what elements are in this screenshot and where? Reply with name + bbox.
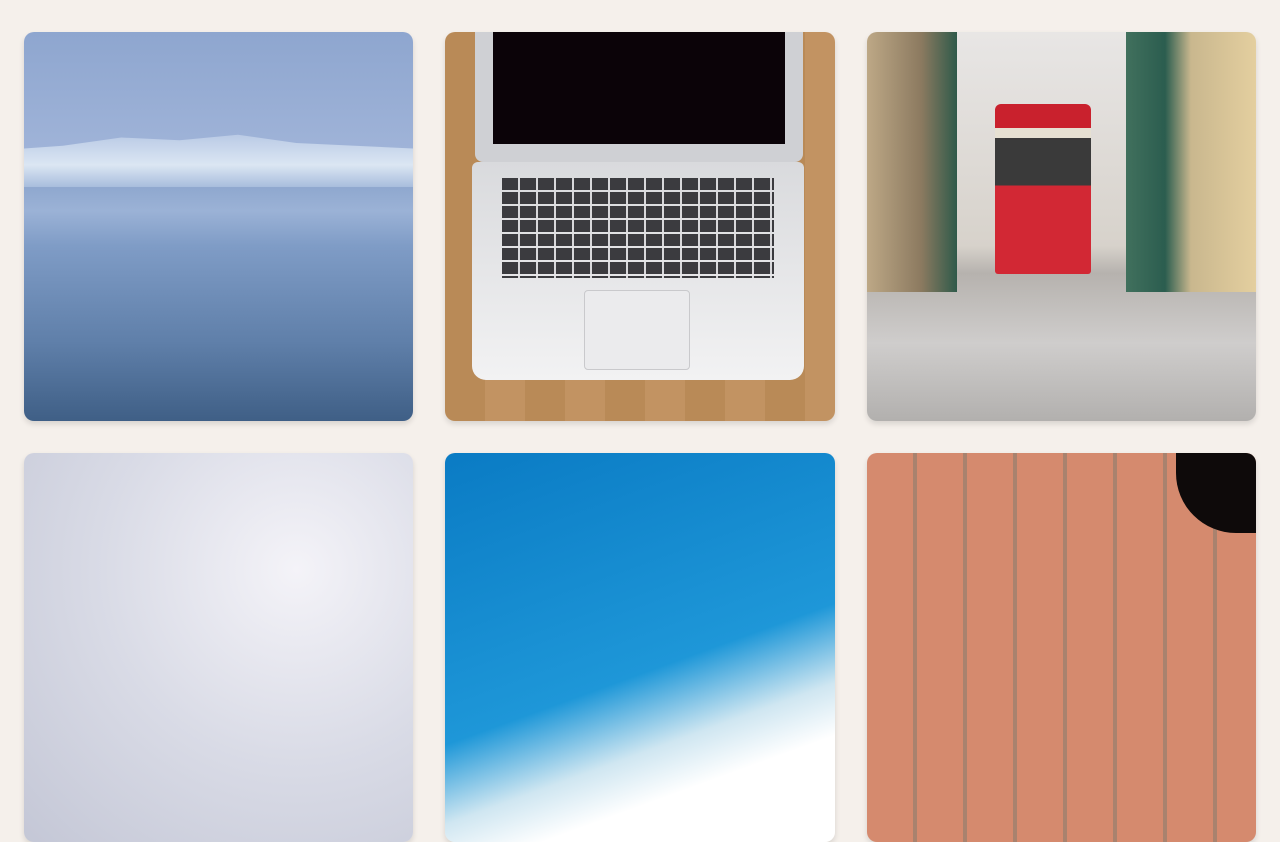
laptop-keyboard [502, 178, 774, 278]
gallery-image-tram-street[interactable] [867, 32, 1256, 421]
buildings-left [867, 32, 957, 292]
laptop-screen [493, 32, 785, 144]
gallery-image-blue-sky[interactable] [445, 453, 835, 842]
red-tram [995, 104, 1091, 274]
buildings-right [1126, 32, 1256, 292]
gallery-image-cloudy-sky[interactable] [24, 453, 413, 842]
gallery-image-brick-wall[interactable] [867, 453, 1256, 842]
gallery-image-glacier-lake[interactable] [24, 32, 413, 421]
gallery-image-laptop-desk[interactable] [445, 32, 835, 421]
laptop-trackpad [584, 290, 690, 370]
glacier-shape [24, 134, 413, 187]
dark-shape [1176, 453, 1256, 533]
